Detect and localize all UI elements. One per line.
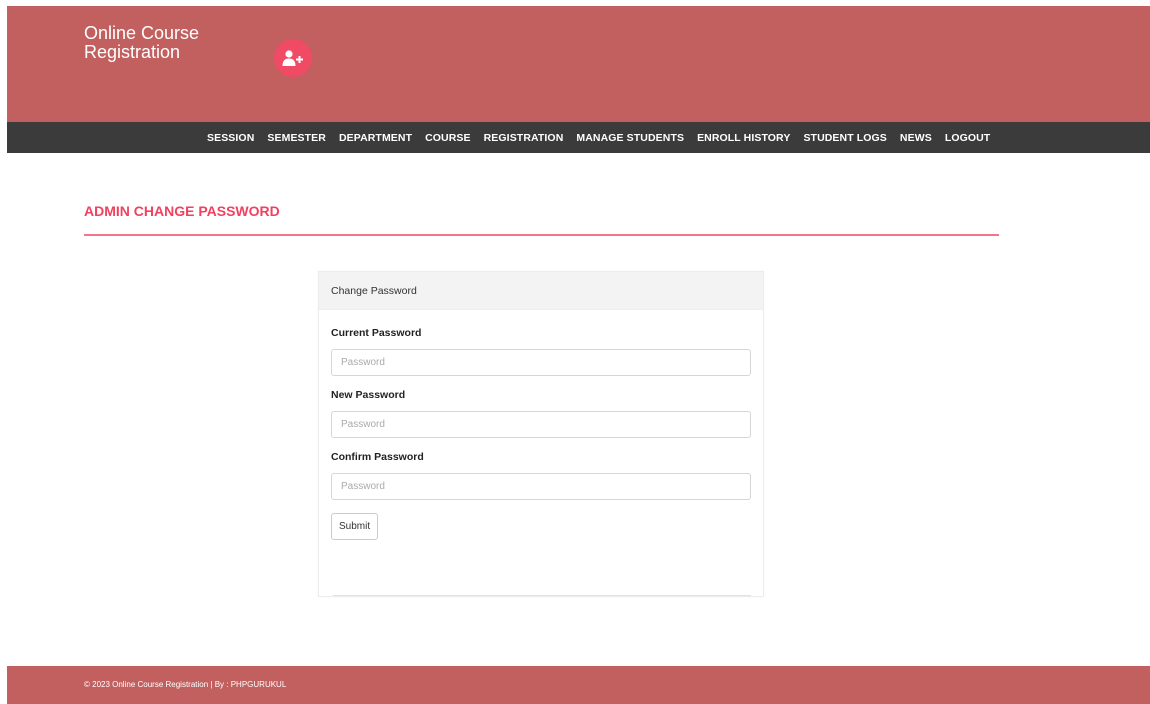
footer-copyright: © 2023 Online Course Registration | By :… [84, 680, 287, 689]
nav-department[interactable]: DEPARTMENT [339, 132, 412, 144]
nav-news[interactable]: NEWS [900, 132, 932, 144]
submit-button[interactable]: Submit [331, 513, 379, 540]
new-password-input[interactable] [331, 411, 751, 438]
nav-registration[interactable]: REGISTRATION [484, 132, 564, 144]
change-password-form: Current Password New Password Confirm Pa… [319, 310, 763, 540]
confirm-password-label: Confirm Password [331, 451, 424, 463]
current-password-input[interactable] [331, 349, 751, 376]
panel-divider [333, 595, 751, 596]
user-plus-icon [274, 39, 312, 77]
new-password-label: New Password [331, 389, 406, 401]
confirm-password-input[interactable] [331, 473, 751, 500]
nav-session[interactable]: SESSION [207, 132, 254, 144]
current-password-label: Current Password [331, 327, 422, 339]
nav-course[interactable]: COURSE [425, 132, 471, 144]
site-header: Online Course Registration [7, 6, 1150, 122]
nav-semester[interactable]: SEMESTER [267, 132, 326, 144]
nav-student-logs[interactable]: STUDENT LOGS [803, 132, 886, 144]
page-title: ADMIN CHANGE PASSWORD [84, 203, 280, 219]
page: Online Course Registration SESSION SEMES… [0, 0, 1150, 704]
nav-manage-students[interactable]: MANAGE STUDENTS [576, 132, 684, 144]
brand-title[interactable]: Online Course Registration [84, 24, 224, 62]
main-nav: SESSION SEMESTER DEPARTMENT COURSE REGIS… [7, 122, 1150, 153]
nav-logout[interactable]: LOGOUT [945, 132, 991, 144]
nav-enroll-history[interactable]: ENROLL HISTORY [697, 132, 790, 144]
panel-heading: Change Password [319, 272, 763, 310]
title-divider [84, 234, 999, 236]
change-password-panel: Change Password Current Password New Pas… [318, 271, 764, 597]
site-footer: © 2023 Online Course Registration | By :… [7, 666, 1150, 704]
